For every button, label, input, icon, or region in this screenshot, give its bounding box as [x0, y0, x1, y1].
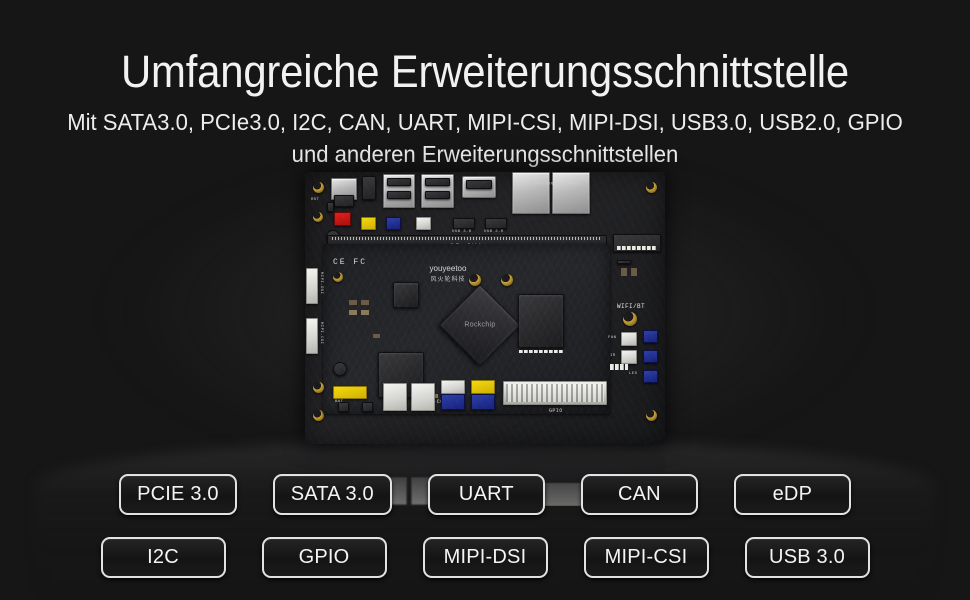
badge-sata[interactable]: SATA 3.0: [272, 474, 392, 515]
coin-component: [333, 362, 347, 376]
usb-slot: [387, 178, 411, 186]
white-connector: [441, 380, 465, 394]
gpio-header: [503, 381, 607, 405]
usb-slot: [425, 178, 450, 186]
badge-usb3[interactable]: USB 3.0: [744, 537, 870, 578]
white-connector: [383, 383, 407, 411]
blue-connector: [643, 330, 658, 343]
badge-mipi-dsi[interactable]: MIPI-DSI: [422, 537, 548, 578]
usb-header-1: [453, 218, 475, 229]
soc-chip: Rockchip: [438, 283, 522, 367]
usb-header-label: USB 3.0: [452, 230, 472, 234]
gpio-label: GPIO: [549, 408, 563, 414]
yellow-connector: [471, 380, 495, 394]
usb-header-2: [485, 218, 507, 229]
badge-row-2: I2C GPIO MIPI-DSI MIPI-CSI USB 3.0: [0, 537, 970, 578]
pmic-chip: [393, 282, 419, 308]
ir-label: IR: [610, 354, 616, 358]
button-switch: [362, 402, 373, 412]
mounting-hole: [313, 212, 323, 222]
badge-mipi-csi[interactable]: MIPI-CSI: [583, 537, 709, 578]
mounting-hole: [313, 382, 324, 393]
mounting-hole: [333, 272, 343, 282]
smd-part: [617, 260, 631, 264]
gpio-pins: [506, 384, 604, 402]
brand-name-cn: 风火轮科技: [430, 277, 466, 283]
badge-edp[interactable]: eDP: [733, 474, 851, 515]
ir-header: [621, 350, 637, 364]
expansion-slot-pins: [617, 246, 657, 250]
smd-part: [349, 300, 357, 305]
mounting-hole: [646, 182, 657, 193]
antenna-connector: [623, 312, 637, 326]
white-connector: [416, 217, 431, 230]
som-pins: [332, 237, 602, 240]
bottom-yellow-connector: [333, 386, 367, 399]
smd-part: [349, 310, 357, 315]
smd-part: [361, 300, 369, 305]
jumper-pins: [610, 364, 628, 370]
ethernet-port-1: [512, 172, 550, 214]
fan-label: FAN: [608, 336, 617, 340]
badge-can[interactable]: CAN: [580, 474, 698, 515]
blue-connector: [471, 394, 495, 410]
hdmi-slot: [466, 180, 492, 189]
fan-header: [621, 332, 637, 346]
promo-banner: Umfangreiche Erweiterungsschnittstelle M…: [0, 0, 970, 600]
dc-jack-body: [334, 195, 354, 207]
mounting-hole: [646, 410, 657, 421]
brand-name: youyeetoo: [429, 264, 467, 273]
mipi-dsi-connector: [306, 268, 318, 304]
rst-label: RST: [311, 198, 320, 202]
mounting-hole: [313, 182, 324, 193]
usb-slot: [387, 191, 411, 199]
blue-connector: [643, 370, 658, 383]
blue-connector: [441, 394, 465, 410]
mounting-hole: [469, 274, 481, 286]
smd-part: [361, 310, 369, 315]
cert-marks: CE FC: [333, 258, 368, 267]
mipi-csi-connector: [306, 318, 318, 354]
led-label: LED: [629, 372, 638, 376]
badge-pcie[interactable]: PCIE 3.0: [119, 474, 237, 515]
smd-part: [373, 334, 380, 338]
blue-connector: [386, 217, 401, 230]
usb-slot: [425, 191, 450, 199]
smd-part: [327, 202, 334, 212]
wifi-bt-label: WIFI/BT: [617, 303, 646, 310]
yellow-connector: [361, 217, 376, 230]
smd-part: [621, 268, 627, 276]
button-switch: [338, 402, 349, 412]
mounting-hole: [501, 274, 513, 286]
brand-logo: youyeetoo 风火轮科技: [419, 264, 477, 284]
badge-i2c[interactable]: I2C: [100, 537, 226, 578]
ethernet-port-2: [552, 172, 590, 214]
badge-row-1: PCIE 3.0 SATA 3.0 UART CAN eDP: [0, 474, 970, 515]
badge-gpio[interactable]: GPIO: [261, 537, 387, 578]
pcb: HanRun HR911130A 22/30 USB 3.0 USB 2.0 R…: [305, 172, 665, 444]
page-subtitle: Mit SATA3.0, PCIe3.0, I2C, CAN, UART, MI…: [67, 109, 903, 167]
mipi-dsi-label: MIPI-DSI: [319, 272, 323, 295]
audio-jack: [362, 176, 376, 200]
soc-label: Rockchip: [464, 321, 496, 329]
smd-part: [631, 268, 637, 276]
blue-connector: [643, 350, 658, 363]
board-image: HanRun HR911130A 22/30 USB 3.0 USB 2.0 R…: [305, 172, 665, 444]
mipi-csi-label: MIPI-CSI: [319, 322, 323, 345]
page-title: Umfangreiche Erweiterungsschnittstelle: [121, 46, 849, 98]
white-connector: [411, 383, 435, 411]
usb-header-label: USB 2.0: [484, 230, 504, 234]
memory-chip: [518, 294, 564, 348]
badge-uart[interactable]: UART: [427, 474, 545, 515]
interface-badge-group: PCIE 3.0 SATA 3.0 UART CAN eDP I2C GPIO …: [0, 474, 970, 600]
red-connector: [334, 212, 351, 226]
eth-marking-label: HanRun HR911130A 22/30: [517, 180, 579, 184]
chip-pins: [519, 350, 563, 353]
